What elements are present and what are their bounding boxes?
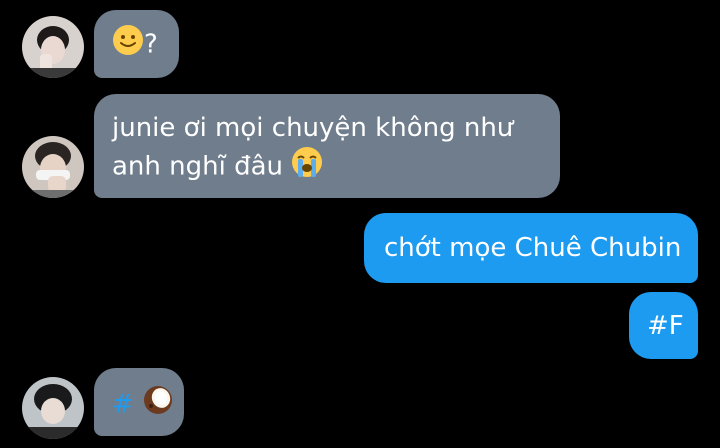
user-avatar[interactable] — [22, 16, 84, 78]
message-bubble[interactable]: ? — [94, 10, 179, 78]
hashtag-link[interactable]: # — [112, 390, 134, 420]
user-avatar[interactable] — [22, 136, 84, 198]
message-text-line: anh nghĩ đâu — [112, 146, 560, 188]
user-avatar[interactable] — [22, 377, 84, 439]
coconut-icon — [142, 384, 174, 426]
message-text: ? — [144, 29, 158, 60]
message-text: anh nghĩ đâu — [112, 151, 284, 182]
message-bubble[interactable]: # — [94, 368, 184, 436]
message-text-line: junie ơi mọi chuyện không như — [112, 113, 514, 143]
message-text: #F — [647, 311, 684, 341]
message-bubble-outgoing[interactable]: chớt mọe Chuê Chubin — [364, 213, 698, 283]
loudly-crying-face-icon — [291, 146, 323, 188]
message-text: chớt mọe Chuê Chubin — [384, 233, 682, 263]
message-bubble[interactable]: junie ơi mọi chuyện không như anh nghĩ đ… — [94, 94, 560, 198]
slightly-smiling-face-icon — [112, 24, 144, 66]
message-bubble-outgoing[interactable]: #F — [629, 292, 698, 359]
chat-thread: ? junie ơi mọi chuyện không như anh nghĩ… — [0, 0, 720, 448]
